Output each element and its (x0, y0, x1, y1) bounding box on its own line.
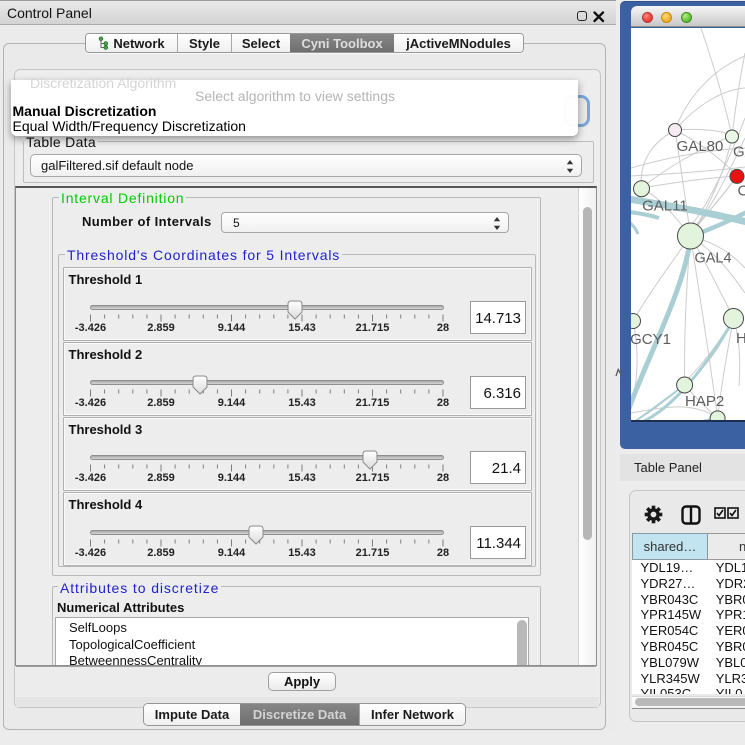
svg-text:GAL11: GAL11 (642, 198, 688, 215)
svg-text:GCY1: GCY1 (631, 331, 671, 348)
svg-text:GAL4: GAL4 (694, 251, 731, 267)
svg-text:GAL80: GAL80 (677, 138, 724, 155)
svg-text:HAP2: HAP2 (685, 393, 724, 410)
svg-text:H: H (736, 330, 745, 347)
svg-text:GA: GA (733, 144, 745, 161)
svg-text:C: C (738, 183, 745, 200)
